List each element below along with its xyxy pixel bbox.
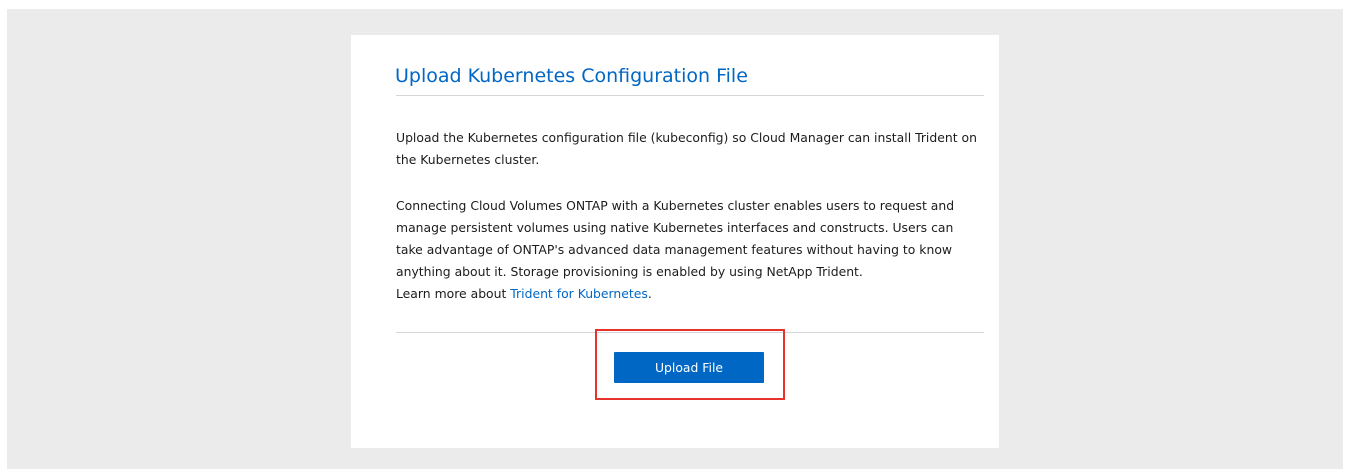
learn-more-suffix: .	[647, 286, 652, 301]
card-title: Upload Kubernetes Configuration File	[395, 65, 748, 87]
learn-more-prefix: Learn more about	[396, 286, 511, 301]
description-paragraph: Connecting Cloud Volumes ONTAP with a Ku…	[396, 198, 955, 279]
trident-for-kubernetes-link[interactable]: Trident for Kubernetes	[510, 286, 648, 301]
highlight-annotation-box	[595, 329, 785, 400]
title-divider	[396, 95, 984, 96]
upload-kubeconfig-card: Upload Kubernetes Configuration File Upl…	[351, 35, 999, 448]
intro-paragraph: Upload the Kubernetes configuration file…	[396, 130, 977, 167]
learn-more-line: Learn more about Trident for Kubernetes.	[396, 283, 652, 305]
